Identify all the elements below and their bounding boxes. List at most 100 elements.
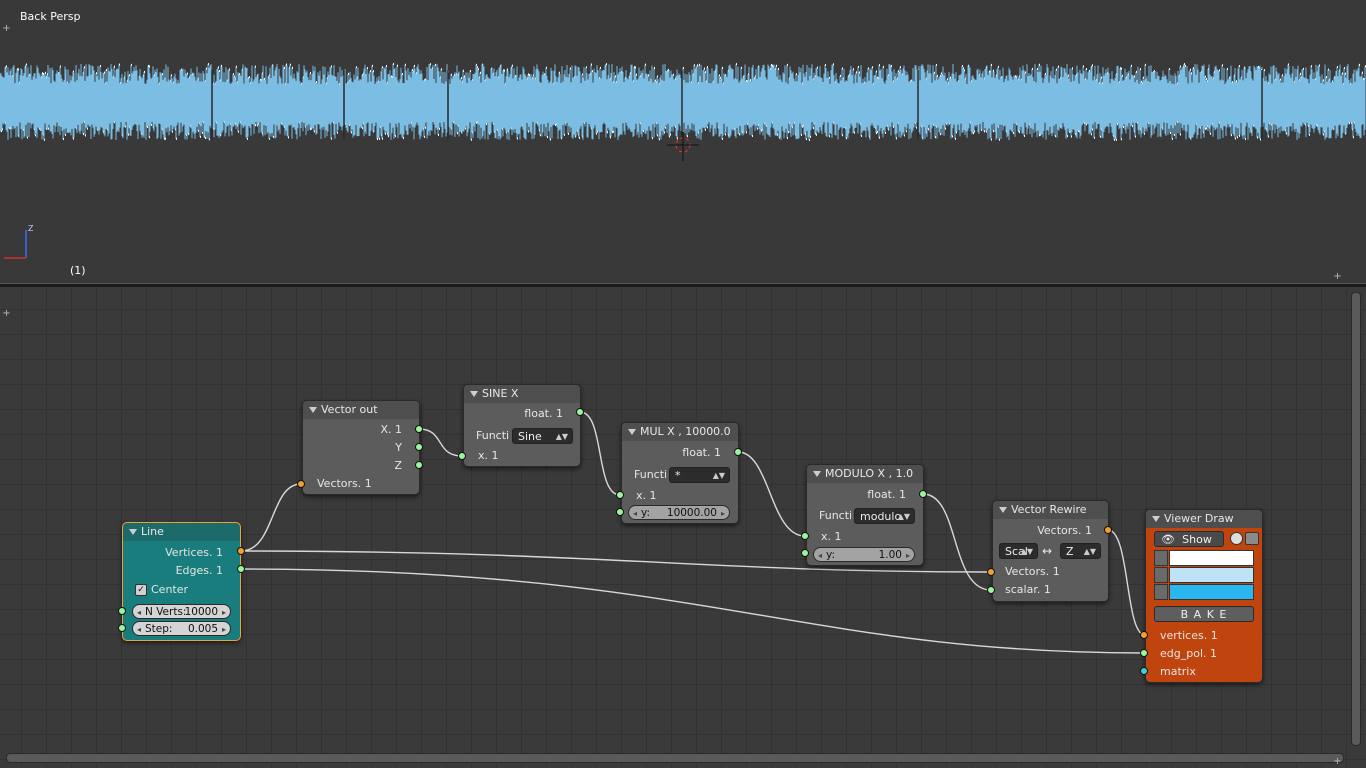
axis-gizmo-icon: Z: [4, 224, 34, 259]
mul-y-input-socket[interactable]: [616, 508, 624, 516]
mul-function-value: *: [675, 469, 681, 482]
mul-function-dropdown[interactable]: * ▲▼: [669, 467, 730, 483]
line-edges-output-socket[interactable]: [237, 565, 245, 573]
dropdown-arrows-icon: ▲▼: [897, 512, 910, 521]
dropdown-arrows-icon: ▲▼: [1020, 547, 1033, 556]
sine-x-input-socket[interactable]: [458, 452, 466, 460]
sine-node[interactable]: SINE X float. 1 Functi Sine ▲▼ x. 1: [463, 384, 581, 467]
sine-function-value: Sine: [518, 430, 542, 443]
collapse-triangle-icon[interactable]: [470, 391, 478, 397]
3d-viewport[interactable]: Back Persp + Z (1) +: [0, 0, 1366, 283]
eye-icon: 👁: [1161, 533, 1175, 546]
dropdown-arrows-icon: ▲▼: [1083, 547, 1096, 556]
link-line-vertices-to-vector-out: [240, 483, 302, 552]
viewer-matrix-input-socket[interactable]: [1140, 667, 1148, 675]
line-node-header[interactable]: Line: [123, 523, 240, 541]
vector-out-vectors-socket[interactable]: [297, 480, 305, 488]
rewire-scalar-input-socket[interactable]: [987, 586, 995, 594]
collapse-triangle-icon[interactable]: [628, 429, 636, 435]
modulo-function-value: modulo: [860, 510, 902, 523]
vector-out-z-socket[interactable]: [415, 461, 423, 469]
vector-out-x-socket[interactable]: [415, 425, 423, 433]
viewer-draw-node-header[interactable]: Viewer Draw: [1146, 510, 1262, 528]
step-field[interactable]: ◂ Step: 0.005 ▸: [132, 621, 231, 636]
collapse-triangle-icon[interactable]: [309, 407, 317, 413]
increment-arrow-icon[interactable]: ▸: [721, 506, 725, 521]
mul-x-input-socket[interactable]: [616, 491, 624, 499]
sine-float-output-socket[interactable]: [576, 408, 584, 416]
vector-out-y-label: Y: [395, 441, 402, 454]
vertical-scrollbar[interactable]: [1351, 292, 1361, 746]
sine-function-dropdown[interactable]: Sine ▲▼: [512, 428, 573, 444]
increment-arrow-icon[interactable]: ▸: [906, 548, 910, 563]
center-checkbox[interactable]: ✓: [135, 584, 147, 596]
face-color-swatch[interactable]: [1169, 584, 1254, 600]
vector-out-node[interactable]: Vector out X. 1 Y Z Vectors. 1: [302, 400, 420, 495]
vertex-mode-icon[interactable]: [1154, 550, 1168, 566]
line-vertices-output-socket[interactable]: [237, 547, 245, 555]
mul-float-output-label: float. 1: [682, 446, 721, 459]
modulo-y-value: 1.00: [878, 549, 902, 561]
horizontal-scrollbar[interactable]: [6, 753, 1344, 763]
decrement-arrow-icon[interactable]: ◂: [818, 548, 822, 563]
vector-rewire-node[interactable]: Vector Rewire Vectors. 1 Scal ▲▼ ↔ Z ▲▼ …: [992, 500, 1109, 602]
line-nverts-input-socket[interactable]: [118, 607, 126, 615]
decrement-arrow-icon[interactable]: ◂: [137, 605, 141, 620]
n-verts-field[interactable]: ◂ N Verts: 10000 ▸: [132, 604, 231, 619]
mul-node[interactable]: MUL X , 10000.0 float. 1 Functi * ▲▼ x. …: [621, 422, 739, 524]
3d-cursor-icon[interactable]: [664, 128, 704, 164]
bake-button[interactable]: B A K E: [1154, 606, 1254, 622]
modulo-function-label: Functi: [819, 509, 853, 522]
shading-sphere-icon[interactable]: [1230, 532, 1243, 545]
edge-mode-icon[interactable]: [1154, 567, 1168, 583]
vector-out-y-socket[interactable]: [415, 443, 423, 451]
edge-color-swatch[interactable]: [1169, 567, 1254, 583]
line-step-input-socket[interactable]: [118, 624, 126, 632]
increment-arrow-icon[interactable]: ▸: [222, 622, 226, 637]
modulo-float-output-socket[interactable]: [919, 490, 927, 498]
center-checkbox-label: Center: [151, 583, 189, 596]
modulo-x-input-socket[interactable]: [801, 532, 809, 540]
modulo-node-header[interactable]: MODULO X , 1.0: [807, 465, 923, 483]
extra-toggle-button[interactable]: [1245, 532, 1259, 545]
rewire-vectors-input-socket[interactable]: [987, 568, 995, 576]
collapse-triangle-icon[interactable]: [999, 507, 1007, 513]
area-corner-plus-icon-br[interactable]: +: [1333, 272, 1342, 282]
collapse-triangle-icon[interactable]: [1152, 516, 1160, 522]
mul-x-input-label: x. 1: [636, 489, 657, 502]
mul-y-field[interactable]: ◂ y: 10000.00 ▸: [628, 505, 730, 520]
mul-node-header[interactable]: MUL X , 10000.0: [622, 423, 738, 441]
collapse-triangle-icon[interactable]: [813, 471, 821, 477]
decrement-arrow-icon[interactable]: ◂: [633, 506, 637, 521]
mul-node-title: MUL X , 10000.0: [640, 425, 731, 438]
node-editor-corner-plus-icon[interactable]: +: [2, 309, 11, 319]
viewer-vertices-input-label: vertices. 1: [1160, 629, 1218, 642]
area-corner-plus-icon-bottom[interactable]: +: [1333, 757, 1342, 767]
modulo-y-input-socket[interactable]: [801, 549, 809, 557]
modulo-function-dropdown[interactable]: modulo ▲▼: [854, 508, 915, 524]
show-toggle-button[interactable]: 👁 Show: [1154, 531, 1224, 547]
line-node[interactable]: Line Vertices. 1 Edges. 1 ✓ Center ◂ N V…: [122, 522, 241, 641]
face-mode-icon[interactable]: [1154, 584, 1168, 600]
viewer-draw-node[interactable]: Viewer Draw 👁 Show B A K E vertices. 1 e…: [1145, 509, 1263, 683]
rewire-vectors-output-socket[interactable]: [1104, 526, 1112, 534]
viewer-vertices-input-socket[interactable]: [1140, 631, 1148, 639]
vector-out-vectors-label: Vectors. 1: [317, 477, 372, 490]
modulo-y-field[interactable]: ◂ y: 1.00 ▸: [813, 547, 915, 562]
vertex-color-swatch[interactable]: [1169, 550, 1254, 566]
rewire-to-dropdown[interactable]: Z ▲▼: [1060, 543, 1101, 559]
rewire-from-dropdown[interactable]: Scal ▲▼: [999, 543, 1038, 559]
area-corner-plus-icon[interactable]: +: [2, 24, 11, 34]
vector-out-node-header[interactable]: Vector out: [303, 401, 419, 419]
increment-arrow-icon[interactable]: ▸: [222, 605, 226, 620]
sine-node-header[interactable]: SINE X: [464, 385, 580, 403]
viewer-edges-input-socket[interactable]: [1140, 649, 1148, 657]
collapse-triangle-icon[interactable]: [129, 529, 137, 535]
swap-arrows-icon[interactable]: ↔: [1042, 543, 1052, 559]
node-editor[interactable]: + Line Vertices. 1 Edges. 1 ✓ Center ◂ N…: [0, 287, 1366, 768]
decrement-arrow-icon[interactable]: ◂: [137, 622, 141, 637]
mul-float-output-socket[interactable]: [734, 448, 742, 456]
vector-rewire-node-header[interactable]: Vector Rewire: [993, 501, 1108, 519]
sine-function-label: Functi: [476, 429, 510, 442]
modulo-node[interactable]: MODULO X , 1.0 float. 1 Functi modulo ▲▼…: [806, 464, 924, 566]
